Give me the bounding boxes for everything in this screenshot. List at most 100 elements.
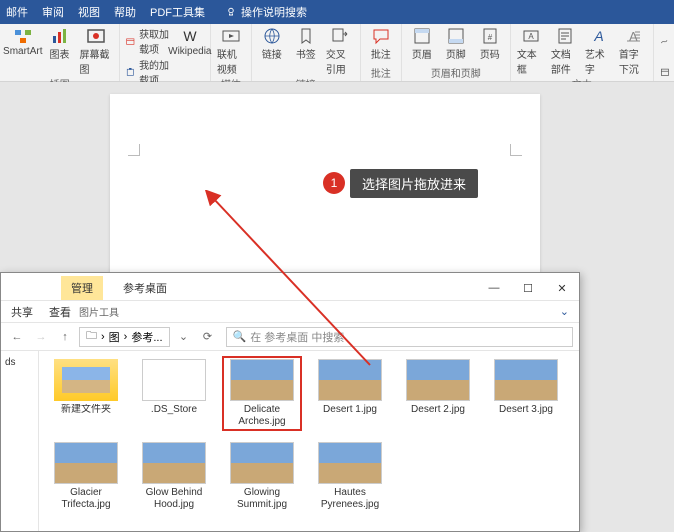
bookmark-button[interactable]: 书签 [292,26,320,61]
file-item[interactable]: Glacier Trifecta.jpg [47,440,125,513]
file-item[interactable]: Delicate Arches.jpg [223,357,301,430]
tab-help[interactable]: 帮助 [114,4,136,20]
header-button[interactable]: 页眉 [408,26,436,61]
refresh-button[interactable]: ⟳ [198,327,218,347]
svg-text:W: W [183,28,197,44]
file-thumbnail [230,442,294,484]
file-item[interactable]: Desert 3.jpg [487,357,565,430]
video-icon [221,26,241,46]
ribbon-tabs: 邮件 审阅 视图 帮助 PDF工具集 操作说明搜索 [0,0,674,24]
file-name: Desert 2.jpg [411,404,465,416]
file-thumbnail [494,359,558,401]
screenshot-button[interactable]: 屏幕截图 [80,26,114,76]
get-addins-button[interactable]: 获取加载项 [126,26,169,56]
crossref-icon [330,26,350,46]
nav-up-button[interactable]: ↑ [55,327,75,347]
tab-pdftools[interactable]: PDF工具集 [150,4,205,20]
file-name: Desert 3.jpg [499,404,553,416]
tab-view[interactable]: 视图 [78,4,100,20]
nav-fwd-button[interactable]: → [31,327,51,347]
minimize-button[interactable]: — [477,276,511,300]
tell-me-search[interactable]: 操作说明搜索 [225,4,307,20]
crossref-button[interactable]: 交叉引用 [326,26,354,76]
file-item[interactable]: Desert 2.jpg [399,357,477,430]
svg-text:A: A [528,32,534,41]
file-item[interactable]: .DS_Store [135,357,213,430]
file-thumbnail [318,442,382,484]
file-item[interactable]: 新建文件夹 [47,357,125,430]
expand-ribbon-button[interactable]: ⌄ [560,305,569,318]
svg-text:A: A [629,29,638,44]
wikipedia-button[interactable]: WWikipedia [176,26,204,57]
explorer-titlebar: 管理 参考桌面 — ☐ ✕ [1,273,579,301]
file-item[interactable]: Desert 1.jpg [311,357,389,430]
online-video-button[interactable]: 联机视频 [217,26,245,76]
group-comments: 批注 批注 [361,24,402,81]
textbox-button[interactable]: A文本框 [517,26,545,76]
addins-icon [126,65,135,79]
nav-dropdown-button[interactable]: ⌄ [174,327,194,347]
file-name: Hautes Pyrenees.jpg [313,487,387,511]
group-illustrations: SmartArt 图表 屏幕截图 插图 [0,24,120,81]
chart-button[interactable]: 图表 [46,26,74,61]
bookmark-icon [296,26,316,46]
folder-icon [54,359,118,401]
explorer-search[interactable]: 🔍 在 参考桌面 中搜索 [226,327,573,347]
tab-review[interactable]: 审阅 [42,4,64,20]
close-button[interactable]: ✕ [545,276,579,300]
ribbon-body: SmartArt 图表 屏幕截图 插图 获取加载项 我的加载项 WWikiped… [0,24,674,82]
file-name: Glacier Trifecta.jpg [49,487,123,511]
svg-text:#: # [488,33,493,42]
wordart-button[interactable]: A艺术字 [585,26,613,76]
file-thumbnail [318,359,382,401]
file-name: Glow Behind Hood.jpg [137,487,211,511]
explorer-menu: 共享 查看 图片工具 ⌄ [1,301,579,323]
file-item[interactable]: Glow Behind Hood.jpg [135,440,213,513]
link-icon [262,26,282,46]
wikipedia-icon: W [180,26,200,46]
dropcap-button[interactable]: A首字下沉 [619,26,647,76]
footer-icon [446,26,466,46]
file-item[interactable]: Glowing Summit.jpg [223,440,301,513]
footer-button[interactable]: 页脚 [442,26,470,61]
quickparts-button[interactable]: 文档部件 [551,26,579,76]
group-links: 链接 书签 交叉引用 链接 [252,24,361,81]
nav-back-button[interactable]: ← [7,327,27,347]
annotation-label: 选择图片拖放进来 [350,169,478,198]
group-label: 页眉和页脚 [408,65,504,81]
explorer-nav: ← → ↑ 🗀 ›图 ›参考... ⌄ ⟳ 🔍 在 参考桌面 中搜索 [1,323,579,351]
explorer-tab-manage[interactable]: 管理 [61,276,103,300]
tab-mail[interactable]: 邮件 [6,4,28,20]
dropcap-icon: A [623,26,643,46]
explorer-tab-pictools[interactable]: 图片工具 [79,304,119,319]
link-button[interactable]: 链接 [258,26,286,61]
menu-view[interactable]: 查看 [49,304,71,320]
signature-button[interactable]: 签名 [660,26,674,56]
file-thumbnail [406,359,470,401]
file-thumbnail [142,442,206,484]
chart-icon [50,26,70,46]
header-icon [412,26,432,46]
file-name: Glowing Summit.jpg [225,487,299,511]
group-right: 签名 日期 对象 [654,24,674,81]
group-label: 批注 [367,65,395,81]
menu-share[interactable]: 共享 [11,304,33,320]
file-item[interactable]: Hautes Pyrenees.jpg [311,440,389,513]
explorer-sidebar[interactable]: ds [1,351,39,531]
group-addins: 获取加载项 我的加载项 WWikipedia 加载项 [120,24,210,81]
wordart-icon: A [589,26,609,46]
lightbulb-icon [225,6,237,18]
pagenum-button[interactable]: #页码 [476,26,504,61]
search-icon: 🔍 [233,330,247,343]
file-thumbnail [142,359,206,401]
smartart-button[interactable]: SmartArt [6,26,40,57]
quickparts-icon [555,26,575,46]
signature-icon [660,34,670,48]
breadcrumb[interactable]: 🗀 ›图 ›参考... [79,327,170,347]
folder-icon: 🗀 [86,327,97,346]
maximize-button[interactable]: ☐ [511,276,545,300]
screenshot-icon [86,26,106,46]
pagenum-icon: # [480,26,500,46]
comment-button[interactable]: 批注 [367,26,395,61]
file-thumbnail [54,442,118,484]
